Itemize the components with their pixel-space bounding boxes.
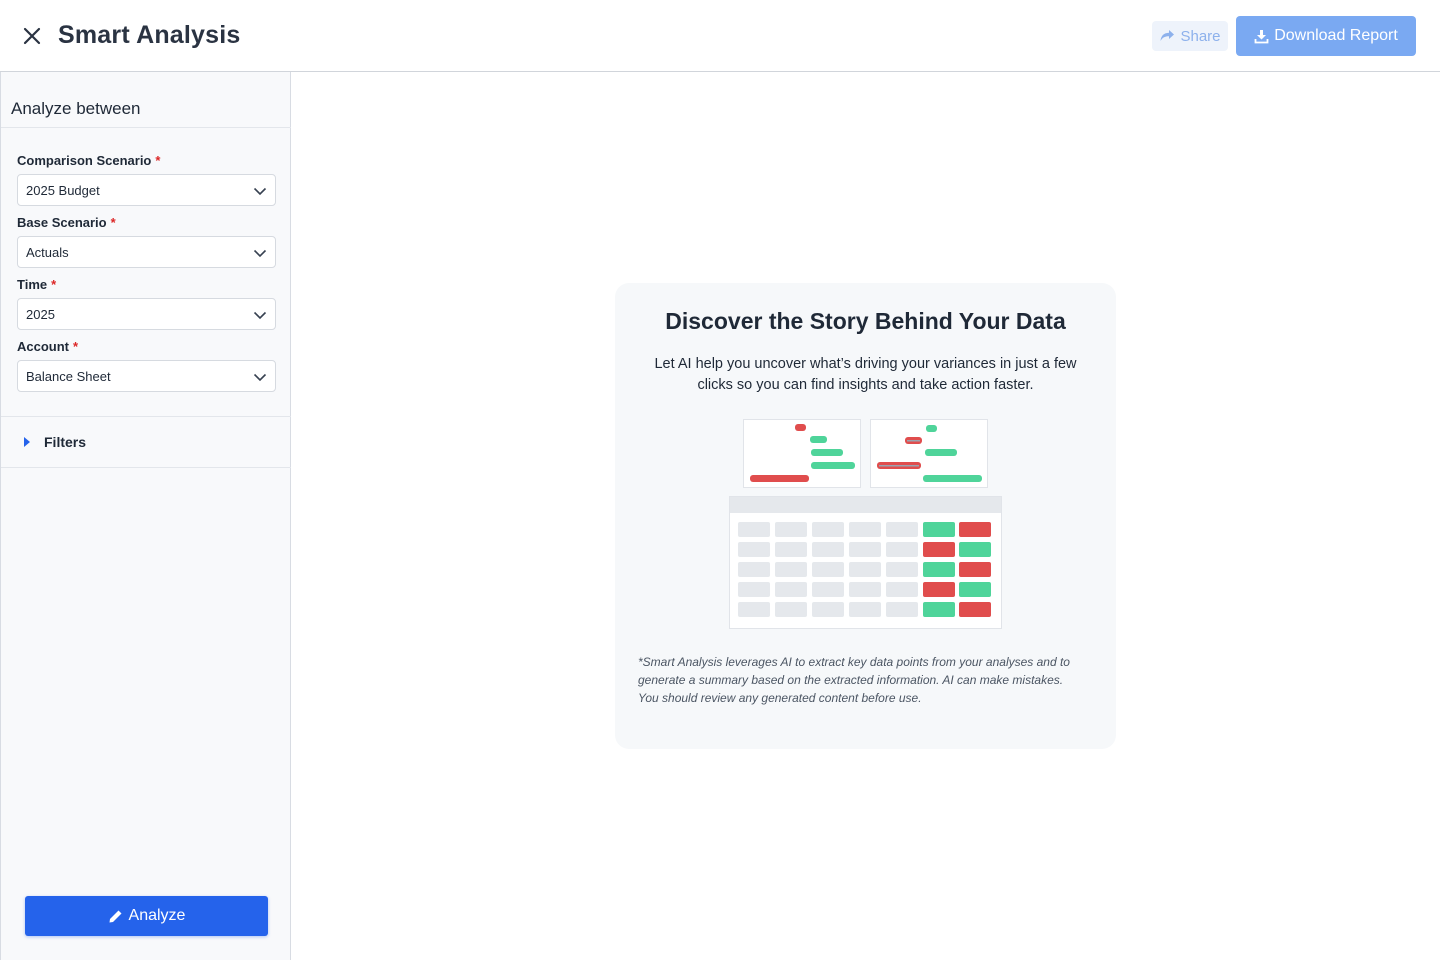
table-cell [923,562,955,577]
table-cell [923,542,955,557]
table-cell [886,542,918,557]
table-cell [738,582,770,597]
field-label-text: Base Scenario [17,215,107,230]
comparison-scenario-label: Comparison Scenario * [17,153,160,168]
table-cell [775,522,807,537]
caret-right-icon [24,437,30,447]
field-label-text: Account [17,339,69,354]
page-title: Smart Analysis [58,21,241,49]
card-description: Let AI help you uncover what’s driving y… [654,356,1077,393]
table-cell [775,562,807,577]
table-cell [738,562,770,577]
chevron-down-icon [253,187,267,196]
chevron-down-icon [253,249,267,258]
download-icon [1254,29,1269,43]
table-cell [886,602,918,617]
table-cell [959,542,991,557]
download-label: Download Report [1274,27,1398,44]
table-cell [812,542,844,557]
table-cell [923,522,955,537]
table-cell [775,582,807,597]
table-cell [812,562,844,577]
chevron-down-icon [253,373,267,382]
required-mark: * [51,277,57,292]
analyze-label: Analyze [128,907,186,924]
filters-label: Filters [44,434,87,450]
header: Smart Analysis Share Download Report [0,0,1440,72]
required-mark: * [110,215,116,230]
required-mark: * [73,339,79,354]
account-label: Account * [17,339,78,354]
waterfall-chart-left [743,419,861,488]
table-cell [959,562,991,577]
table-cell [959,582,991,597]
field-label-text: Comparison Scenario [17,153,152,168]
analyze-button[interactable]: Analyze [25,896,268,936]
table-cell [923,602,955,617]
table-cell [886,562,918,577]
time-label: Time * [17,277,56,292]
table-cell [923,582,955,597]
close-icon[interactable] [20,24,44,48]
table-cell [775,542,807,557]
table-cell [959,522,991,537]
analysis-sidebar: Analyze between Comparison Scenario * 202… [0,72,291,960]
ai-disclaimer: *Smart Analysis leverages AI to extract … [638,655,1070,705]
base-scenario-label: Base Scenario * [17,215,116,230]
waterfall-chart-right [870,419,988,488]
share-label: Share [1180,27,1221,45]
table-cell [849,602,881,617]
table-cell [738,542,770,557]
select-value: 2025 [26,307,55,322]
sidebar-title: Analyze between [11,99,141,118]
table-cell [812,582,844,597]
card-title: Discover the Story Behind Your Data [665,308,1066,334]
comparison-scenario-select[interactable]: 2025 Budget [17,174,276,206]
share-icon [1160,30,1175,41]
chevron-down-icon [253,311,267,320]
divider [1,127,291,128]
time-select[interactable]: 2025 [17,298,276,330]
pencil-icon [109,910,122,922]
select-value: Actuals [26,245,69,260]
table-cell [886,582,918,597]
divider [1,467,291,468]
download-report-button[interactable]: Download Report [1236,16,1416,56]
required-mark: * [155,153,161,168]
empty-state-card: Discover the Story Behind Your Data Let … [615,283,1116,749]
table-cell [849,542,881,557]
field-label-text: Time [17,277,48,292]
analysis-illustration [729,419,1002,629]
filters-toggle[interactable]: Filters [1,417,291,468]
table-cell [886,522,918,537]
select-value: 2025 Budget [26,183,100,198]
table-cell [849,562,881,577]
table-cell [738,522,770,537]
variance-table [729,496,1002,629]
table-cell [959,602,991,617]
table-cell [812,522,844,537]
table-cell [849,522,881,537]
table-cell [849,582,881,597]
share-button[interactable]: Share [1152,21,1228,51]
select-value: Balance Sheet [26,369,111,384]
table-cell [775,602,807,617]
table-cell [812,602,844,617]
table-cell [738,602,770,617]
account-select[interactable]: Balance Sheet [17,360,276,392]
base-scenario-select[interactable]: Actuals [17,236,276,268]
